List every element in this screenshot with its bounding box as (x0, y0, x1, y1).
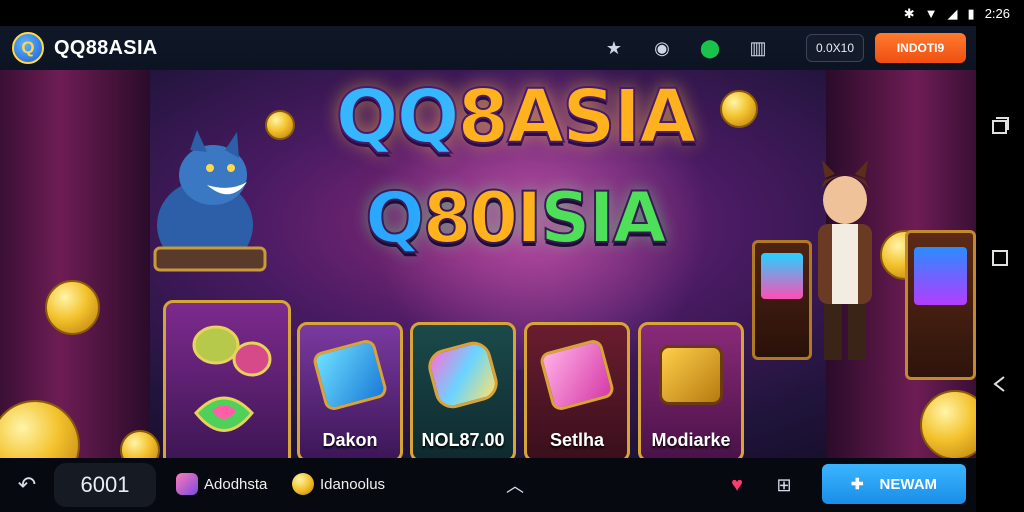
app-window: Q QQ88ASIA ★ ◉ ⬤ ▥ 0.0X10 INDOTI9 QQ8ASI… (0, 26, 976, 512)
share-back-icon[interactable]: ↶ (14, 472, 40, 498)
battery-icon: ▮ (967, 5, 975, 21)
notification-icon[interactable]: ⬤ (696, 34, 724, 62)
status-time: 2:26 (984, 5, 1010, 21)
game-label: NOL87.00 (421, 430, 505, 450)
curtain-left (0, 70, 150, 458)
balance-display[interactable]: 0.0X10 (806, 34, 864, 62)
star-icon[interactable]: ★ (600, 34, 628, 62)
deposit-button[interactable]: INDOTI9 (875, 33, 966, 63)
coin-icon (120, 430, 160, 458)
gem-cluster-icon (192, 325, 272, 432)
wifi-icon: ▼ (924, 5, 938, 21)
status-bar: ✱ ▼ ◢ ▮ 2:26 (0, 0, 1024, 26)
game-tile[interactable]: Modiarke (638, 322, 744, 458)
bottom-bar: ↶ 6001 Adodhsta Idanoolus ︿ ♥ ⊞ ✚ NEWAM (0, 458, 976, 512)
coin-icon (920, 390, 976, 458)
hero-banner: QQ8ASIA Q80ISIA Dakon NOL87.00 Setlha Mo… (0, 70, 976, 458)
slot-machine-icon (752, 240, 812, 360)
home-icon[interactable] (988, 246, 1012, 270)
promo-chip[interactable]: Idanoolus (292, 473, 385, 495)
avatar (176, 473, 198, 495)
recents-icon[interactable] (988, 114, 1012, 138)
user-chip-label: Adodhsta (204, 475, 268, 493)
new-button[interactable]: ✚ NEWAM (822, 464, 966, 504)
chevron-up-icon[interactable]: ︿ (502, 472, 528, 498)
count-display[interactable]: 6001 (54, 463, 156, 507)
top-bar: Q QQ88ASIA ★ ◉ ⬤ ▥ 0.0X10 INDOTI9 (0, 26, 976, 70)
wallet-icon[interactable]: ▥ (744, 34, 772, 62)
user-chip[interactable]: Adodhsta (176, 473, 267, 495)
chat-icon[interactable]: ◉ (648, 34, 676, 62)
rainbow-gem-icon (424, 337, 502, 413)
slot-machine-icon (905, 230, 976, 380)
coin-avatar-icon (292, 473, 314, 495)
bluetooth-icon: ✱ (903, 5, 915, 21)
top-icon-group: ★ ◉ ⬤ ▥ (600, 34, 772, 62)
dealer-character-icon (818, 160, 872, 360)
game-tile[interactable]: NOL87.00 (410, 322, 516, 458)
heart-icon[interactable]: ♥ (724, 472, 750, 498)
wolf-mascot-icon (153, 130, 267, 272)
logo-icon[interactable]: Q (12, 32, 44, 64)
featured-panel[interactable] (163, 300, 291, 458)
game-label: Modiarke (651, 430, 731, 450)
coin-icon (45, 280, 100, 335)
back-icon[interactable] (988, 372, 1012, 396)
hero-title: QQ8ASIA (335, 74, 698, 160)
hero-subtitle: Q80ISIA (364, 177, 668, 259)
game-label: Dakon (322, 430, 378, 450)
game-label: Setlha (549, 430, 605, 450)
system-nav-bar (976, 26, 1024, 512)
game-tile[interactable]: Dakon (297, 322, 403, 458)
speaker-machine-icon (659, 345, 723, 405)
promo-chip-label: Idanoolus (320, 475, 386, 493)
game-tile[interactable]: Setlha (524, 322, 630, 458)
blue-block-icon (311, 337, 389, 413)
user-add-icon: ✚ (850, 476, 864, 493)
signal-icon: ◢ (947, 5, 958, 21)
grid-icon[interactable]: ⊞ (771, 472, 797, 498)
app-title: QQ88ASIA (54, 36, 158, 59)
pink-cube-icon (538, 337, 616, 413)
